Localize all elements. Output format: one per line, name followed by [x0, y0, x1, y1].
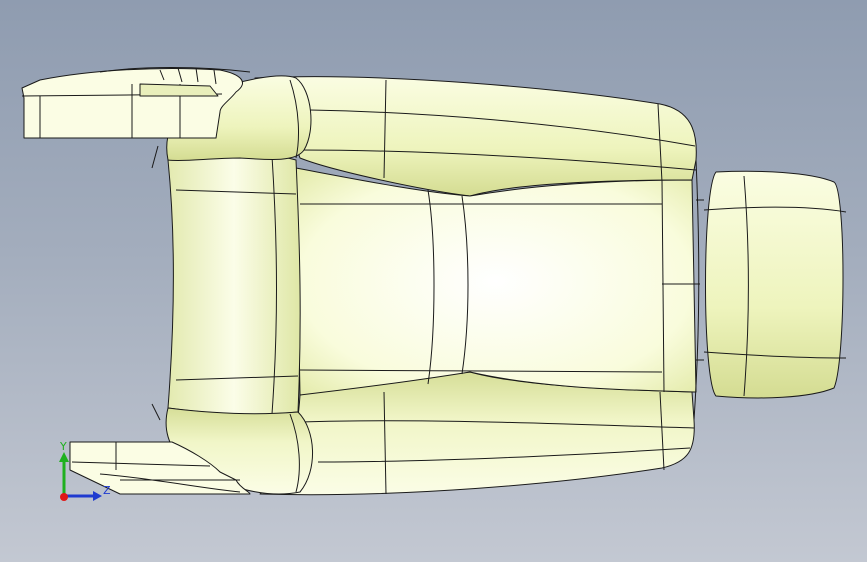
- z-axis-label: Z: [103, 484, 111, 497]
- cad-viewport[interactable]: Y Z: [0, 0, 867, 562]
- seat-center: [295, 167, 697, 396]
- x-axis-origin: [60, 493, 68, 501]
- z-axis: [64, 491, 102, 501]
- y-axis-label: Y: [59, 440, 67, 453]
- footrest-pad: [705, 170, 844, 399]
- y-axis: [59, 452, 69, 496]
- seat-3d-model[interactable]: [0, 0, 867, 562]
- axis-triad: Y Z: [59, 440, 111, 501]
